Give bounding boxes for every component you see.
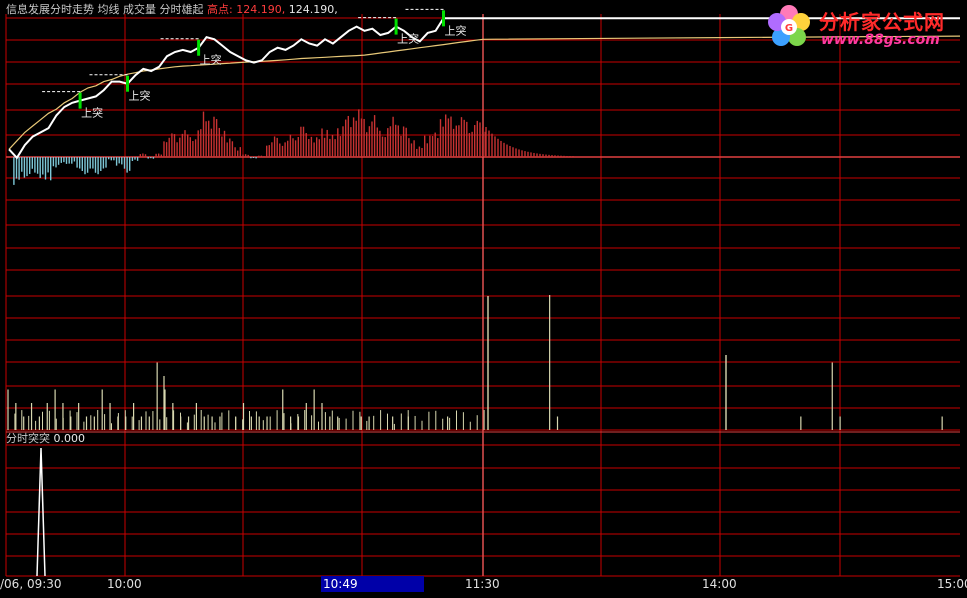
avg-line-label: 均线: [97, 3, 120, 16]
site-logo: G 分析家公式网 www.88gs.com: [761, 2, 961, 52]
indicator-name: 信息发展分时走势: [6, 3, 94, 16]
lower-panel-title: 分时突突: [6, 432, 50, 445]
rise-label: 分时雄起: [159, 3, 204, 16]
signal-markers: 上突上突上突上突上突: [42, 8, 467, 120]
high-label: 高点:: [207, 3, 233, 16]
volume-label: 成交量: [123, 3, 156, 16]
signal-label: 上突: [81, 106, 103, 120]
signal-label: 上突: [397, 32, 419, 46]
header-bar: 信息发展分时走势 均线 成交量 分时雄起 高点: 124.190, 124.19…: [6, 3, 338, 16]
signal-label: 上突: [445, 23, 467, 37]
svg-text:G: G: [785, 23, 793, 34]
intraday-chart[interactable]: 上突上突上突上突上突: [0, 0, 967, 594]
time-label-1000: 10:00: [107, 577, 142, 591]
chart-canvas[interactable]: 上突 上突 上突 上突 上突: [0, 0, 967, 594]
logo-title: 分析家公式网: [819, 10, 945, 34]
cursor-time-box: 10:49: [321, 576, 424, 592]
time-label-1400: 14:00: [702, 577, 737, 591]
lower-panel-header: 分时突突 0.000: [6, 432, 85, 445]
time-label-1130: 11:30: [465, 577, 500, 591]
oscillator-bars: [13, 109, 574, 185]
time-label-1500: 15:00: [937, 577, 967, 591]
time-label-start: /06, 09:30: [0, 577, 62, 591]
signal-label: 上突: [129, 89, 151, 103]
logo-url: www.88gs.com: [821, 32, 940, 48]
high-value: 124.190,: [236, 3, 286, 16]
flower-icon: G: [768, 5, 810, 46]
lower-panel-value: 0.000: [53, 432, 86, 445]
signal-label: 上突: [200, 53, 222, 67]
value-2: 124.190,: [288, 3, 338, 16]
